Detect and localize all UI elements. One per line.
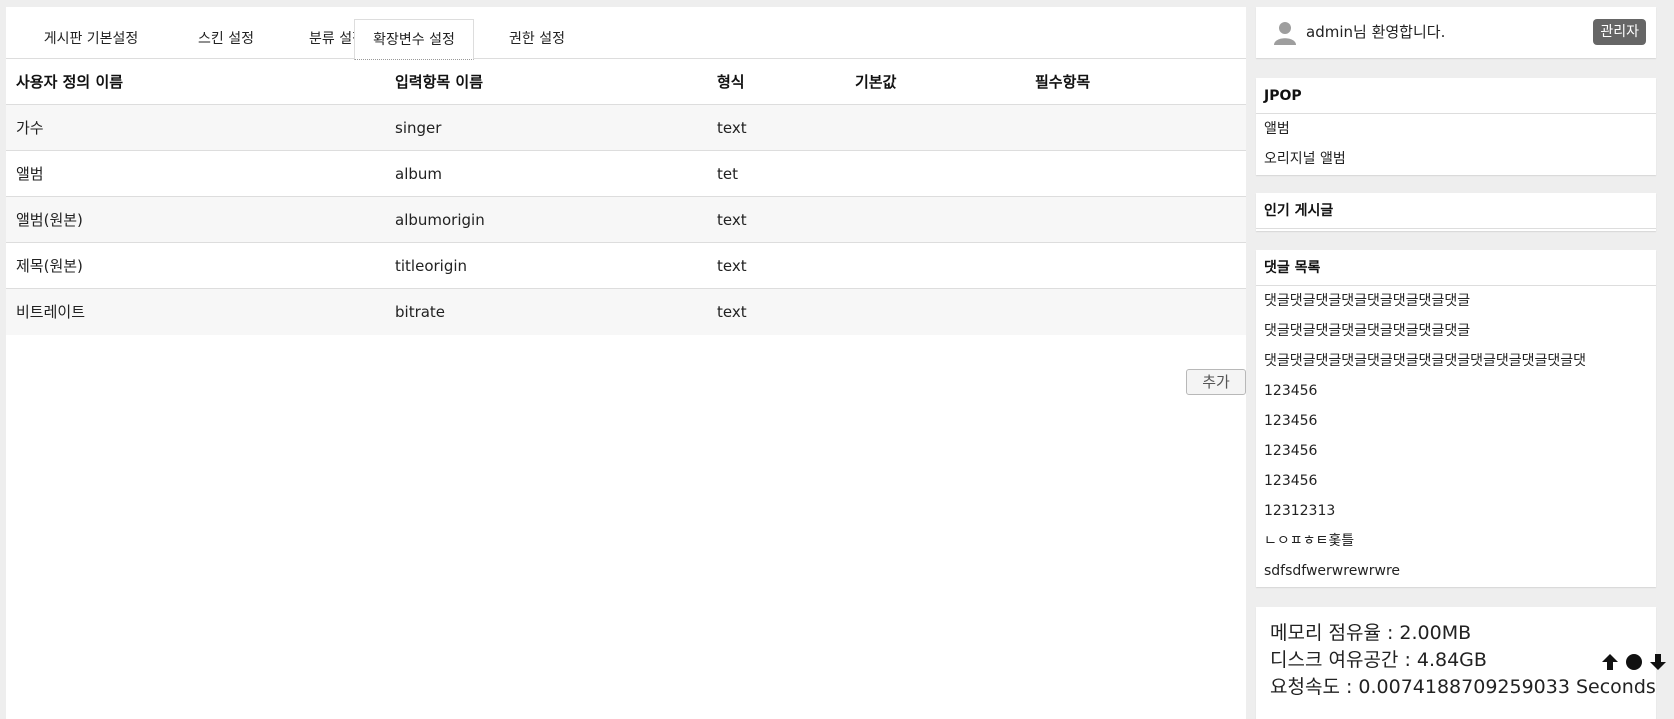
disk-free-space: 디스크 여유공간 : 4.84GB — [1270, 649, 1487, 671]
cell-type: tet — [717, 165, 738, 183]
user-panel: admin님 환영합니다. 관리자 — [1256, 7, 1656, 58]
cell-input-name: bitrate — [395, 303, 446, 321]
table-row[interactable]: 앨범 album tet — [6, 151, 1246, 197]
cell-custom-name: 앨범(원본) — [16, 211, 83, 229]
cell-type: text — [717, 119, 747, 137]
dot-icon[interactable] — [1624, 652, 1644, 672]
table-row[interactable]: 가수 singer text — [6, 105, 1246, 151]
header-custom-name: 사용자 정의 이름 — [16, 73, 124, 91]
table-row[interactable]: 제목(원본) titleorigin text — [6, 243, 1246, 289]
comment-item[interactable]: sdfsdfwerwrewrwre — [1256, 556, 1656, 586]
cell-input-name: singer — [395, 119, 442, 137]
comment-item[interactable]: 123456 — [1256, 466, 1656, 496]
table-row[interactable]: 비트레이트 bitrate text — [6, 289, 1246, 335]
category-panel: JPOP 앨범 오리지널 앨범 — [1256, 78, 1656, 175]
main-panel: 게시판 기본설정 스킨 설정 분류 설정 확장변수 설정 권한 설정 사용자 정… — [6, 7, 1246, 719]
tab-skin-settings[interactable]: 스킨 설정 — [166, 19, 286, 59]
memory-usage: 메모리 점유율 : 2.00MB — [1270, 622, 1472, 644]
cell-custom-name: 가수 — [16, 119, 44, 137]
comment-item[interactable]: 123456 — [1256, 436, 1656, 466]
cell-type: text — [717, 303, 747, 321]
category-title[interactable]: JPOP — [1256, 78, 1656, 114]
arrow-up-icon[interactable] — [1600, 652, 1620, 672]
category-item[interactable]: 앨범 — [1256, 114, 1656, 144]
header-required: 필수항목 — [1035, 73, 1091, 91]
table-header: 사용자 정의 이름 입력항목 이름 형식 기본값 필수항목 — [6, 60, 1246, 105]
cell-custom-name: 앨범 — [16, 165, 44, 183]
tab-bar: 게시판 기본설정 스킨 설정 분류 설정 확장변수 설정 권한 설정 — [6, 19, 1246, 60]
comment-item[interactable]: 댓글댓글댓글댓글댓글댓글댓글댓글댓글댓글댓글댓글댓 — [1256, 346, 1656, 376]
header-input-name: 입력항목 이름 — [395, 73, 484, 91]
comment-item[interactable]: ㄴㅇㅍㅎㅌ홏틀 — [1256, 526, 1656, 556]
comments-panel: 댓글 목록 댓글댓글댓글댓글댓글댓글댓글댓글 댓글댓글댓글댓글댓글댓글댓글댓글 … — [1256, 250, 1656, 587]
stats-panel: 메모리 점유율 : 2.00MB 디스크 여유공간 : 4.84GB 요청속도 … — [1256, 607, 1656, 719]
cell-custom-name: 비트레이트 — [16, 303, 86, 321]
comment-item[interactable]: 댓글댓글댓글댓글댓글댓글댓글댓글 — [1256, 316, 1656, 346]
cell-input-name: albumorigin — [395, 211, 485, 229]
cell-type: text — [717, 257, 747, 275]
comment-item[interactable]: 12312313 — [1256, 496, 1656, 526]
user-greeting: admin님 환영합니다. — [1306, 23, 1446, 41]
comment-item[interactable]: 123456 — [1256, 376, 1656, 406]
header-type: 형식 — [717, 73, 745, 91]
cell-input-name: album — [395, 165, 442, 183]
tab-extra-vars-settings[interactable]: 확장변수 설정 — [354, 19, 474, 60]
arrow-down-icon[interactable] — [1648, 652, 1668, 672]
cell-custom-name: 제목(원본) — [16, 257, 83, 275]
popular-posts-title: 인기 게시글 — [1256, 193, 1656, 229]
request-speed: 요청속도 : 0.0074188709259033 Seconds — [1270, 676, 1656, 698]
admin-button[interactable]: 관리자 — [1593, 19, 1646, 45]
header-default-value: 기본값 — [855, 73, 897, 91]
comments-title: 댓글 목록 — [1256, 250, 1656, 286]
tab-permission-settings[interactable]: 권한 설정 — [482, 19, 592, 59]
comment-item[interactable]: 댓글댓글댓글댓글댓글댓글댓글댓글 — [1256, 286, 1656, 316]
table-row[interactable]: 앨범(원본) albumorigin text — [6, 197, 1246, 243]
user-icon — [1274, 22, 1296, 45]
comment-item[interactable]: 123456 — [1256, 406, 1656, 436]
cell-input-name: titleorigin — [395, 257, 468, 275]
add-button[interactable]: 추가 — [1186, 369, 1246, 395]
table-body: 가수 singer text 앨범 album tet 앨범(원본) album… — [6, 105, 1246, 335]
category-item[interactable]: 오리지널 앨범 — [1256, 144, 1656, 174]
tab-basic-settings[interactable]: 게시판 기본설정 — [16, 19, 166, 59]
popular-posts-panel: 인기 게시글 — [1256, 193, 1656, 231]
cell-type: text — [717, 211, 747, 229]
